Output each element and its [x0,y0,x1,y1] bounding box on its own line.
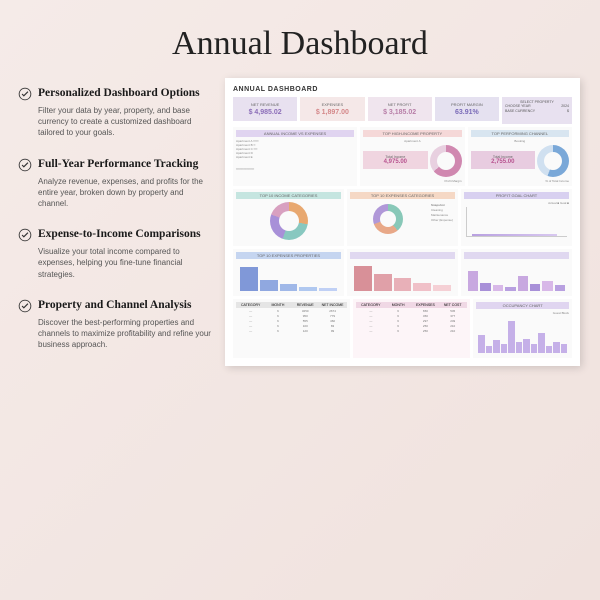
donut-icon [537,145,569,177]
kpi-revenue: NET REVENUE$ 4,985.02 [233,97,297,121]
feature-item: Property and Channel Analysis Discover t… [18,298,213,351]
kpi-expenses: EXPENSES$ 1,897.00 [300,97,364,121]
feature-item: Full-Year Performance Tracking Analyze r… [18,157,213,210]
expense-properties: TOP 10 EXPENSES PROPERTIES [233,249,344,296]
donut-icon [430,145,462,177]
donut-icon [270,202,308,240]
checkmark-icon [18,299,32,313]
feature-desc: Filter your data by year, property, and … [18,105,213,139]
monthly-chart: ANNUAL INCOME VS EXPENSES Apartment A ━━… [233,127,357,186]
feature-desc: Discover the best-performing properties … [18,317,213,351]
occupancy-chart: OCCUPANCY CHART Guest Block [473,299,572,358]
filter-panel: SELECT PROPERTY CHOOSE YEAR2024 BASE CUR… [502,97,572,124]
income-categories: TOP 10 INCOME CATEGORIES [233,189,344,246]
kpi-profit-margin: PROFIT MARGIN63.91% [435,97,499,121]
features-column: Personalized Dashboard Options Filter yo… [18,78,213,366]
feature-desc: Visualize your total income compared to … [18,246,213,280]
kpi-net-profit: NET PROFIT$ 3,185.02 [368,97,432,121]
feature-title: Personalized Dashboard Options [38,86,200,101]
top-income-property: TOP HIGH-INCOME PROPERTY Apartment A Tot… [360,127,464,186]
feature-item: Expense-to-Income Comparisons Visualize … [18,227,213,280]
feature-desc: Analyze revenue, expenses, and profits f… [18,176,213,210]
category-table: CATEGORYMONTHREVENUENET INCOME —63250267… [233,299,350,358]
page-title: Annual Dashboard [0,0,600,78]
checkmark-icon [18,87,32,101]
property-table: CATEGORYMONTHEXPENSESNET COST —6650545 —… [353,299,470,358]
checkmark-icon [18,228,32,242]
donut-icon [373,204,403,234]
expense-categories: TOP 10 EXPENSES CATEGORIES SnapshotClean… [347,189,458,246]
dashboard-preview: ANNUAL DASHBOARD NET REVENUE$ 4,985.02 E… [225,78,580,366]
profit-goal: PROFIT GOAL CHART Actual ■ Goal ■ [461,189,572,246]
feature-item: Personalized Dashboard Options Filter yo… [18,86,213,139]
top-channel: TOP PERFORMING CHANNEL Booking Total Inc… [468,127,572,186]
dashboard-title: ANNUAL DASHBOARD [233,86,572,93]
feature-title: Full-Year Performance Tracking [38,157,198,172]
feature-title: Expense-to-Income Comparisons [38,227,201,242]
channel-breakdown [347,249,458,296]
checkmark-icon [18,158,32,172]
monthly-breakdown [461,249,572,296]
feature-title: Property and Channel Analysis [38,298,191,313]
